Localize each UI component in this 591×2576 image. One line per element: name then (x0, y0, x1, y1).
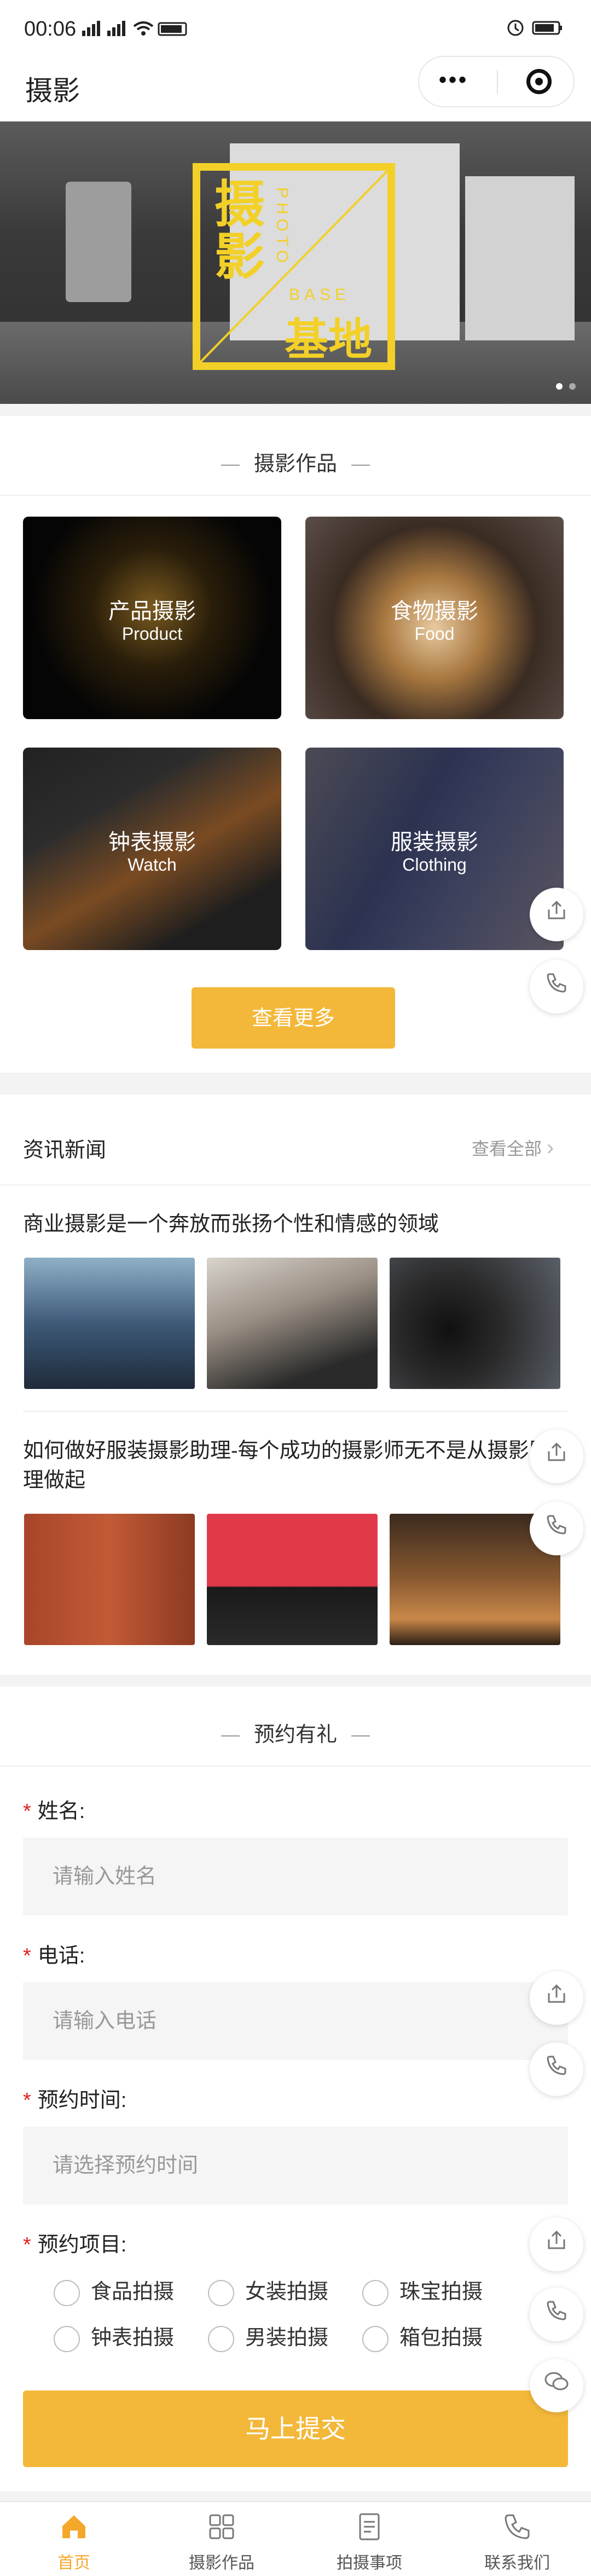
news-view-all-link[interactable]: 查看全部 › (472, 1135, 554, 1160)
news-thumb-image[interactable] (24, 1258, 195, 1389)
radio-circle[interactable] (54, 2279, 80, 2306)
option-menswear[interactable]: 男装拍摄 (208, 2320, 328, 2352)
share-icon[interactable] (530, 888, 583, 941)
divider (23, 1411, 568, 1412)
share-icon[interactable] (530, 1971, 583, 2025)
news-heading: 资讯新闻 (23, 1139, 107, 1162)
option-watch[interactable]: 钟表拍摄 (54, 2320, 174, 2352)
booking-time-picker[interactable]: 请选择预约时间 (23, 2127, 568, 2204)
hero-banner[interactable]: 摄影 PHOTO BASE 基地 (0, 121, 591, 404)
divider (0, 495, 591, 496)
banner-title-bottom: 基地 (285, 315, 372, 364)
tab-label: 联系我们 (484, 2554, 550, 2572)
required-mark: * (23, 2233, 31, 2256)
option-food[interactable]: 食品拍摄 (54, 2274, 174, 2306)
status-time: 00:06 (24, 18, 77, 40)
work-tile-title: 产品摄影 (108, 599, 196, 623)
news-thumb-image[interactable] (207, 1514, 378, 1645)
page-title: 摄影 (25, 76, 80, 106)
grid-icon (209, 2514, 234, 2539)
phone-icon[interactable] (530, 960, 583, 1014)
tab-label: 首页 (57, 2554, 90, 2572)
phone-icon[interactable] (530, 2042, 583, 2096)
work-tile-title: 食物摄影 (391, 599, 478, 623)
work-tile-title: 服装摄影 (391, 830, 478, 854)
tab-contact[interactable]: 联系我们 (443, 2502, 591, 2576)
miniprogram-capsule: ••• (418, 56, 575, 107)
studio-softbox-right (465, 176, 575, 340)
signal-icons (82, 19, 197, 42)
name-label: * 姓名: (23, 1800, 85, 1823)
radio-circle[interactable] (362, 2279, 389, 2306)
news-item-title[interactable]: 如何做好服装摄影助理-每个成功的摄影师无不是从摄影助理做起 (23, 1436, 559, 1495)
work-tile-watch[interactable]: 钟表摄影 Watch (23, 748, 281, 950)
divider (0, 1184, 591, 1185)
home-icon (62, 2515, 85, 2538)
tab-shooting-notes[interactable]: 拍摄事项 (296, 2502, 443, 2576)
booking-heading: 预约有礼 (0, 1717, 591, 1747)
radio-circle[interactable] (362, 2325, 389, 2352)
phone-label: * 电话: (23, 1944, 85, 1967)
close-target-icon[interactable] (526, 69, 552, 94)
works-section (0, 416, 591, 1073)
share-icon[interactable] (530, 2218, 583, 2271)
work-tile-subtitle: Watch (128, 855, 177, 875)
work-tile-product[interactable]: 产品摄影 Product (23, 517, 281, 719)
work-tile-subtitle: Clothing (402, 855, 467, 875)
banner-vertical-word: PHOTO (273, 187, 291, 268)
more-menu-icon[interactable]: ••• (439, 68, 468, 92)
work-tile-clothing[interactable]: 服装摄影 Clothing (305, 748, 564, 950)
option-bags[interactable]: 箱包拍摄 (362, 2320, 483, 2352)
radio-circle[interactable] (208, 2325, 234, 2352)
work-tile-title: 钟表摄影 (108, 830, 196, 854)
bottom-tab-bar: 首页 摄影作品 拍摄事项 联系我们 (0, 2501, 591, 2576)
capsule-divider (497, 70, 498, 94)
view-more-button[interactable]: 查看更多 (192, 987, 395, 1049)
required-mark: * (23, 1944, 31, 1967)
booking-time-label: * 预约时间: (23, 2089, 127, 2112)
wechat-chat-icon[interactable] (530, 2359, 583, 2412)
option-jewelry[interactable]: 珠宝拍摄 (362, 2274, 483, 2306)
work-tile-food[interactable]: 食物摄影 Food (305, 517, 564, 719)
phone-icon[interactable] (530, 2288, 583, 2341)
booking-items-label: * 预约项目: (23, 2233, 127, 2256)
work-tile-subtitle: Product (121, 624, 183, 644)
tab-home[interactable]: 首页 (0, 2502, 148, 2576)
banner-title-top: 摄影 (215, 177, 265, 285)
required-mark: * (23, 2089, 31, 2112)
work-tile-subtitle: Food (414, 624, 455, 644)
carousel-dot-active[interactable] (556, 383, 563, 390)
chevron-right-icon: › (546, 1136, 554, 1160)
tab-label: 摄影作品 (189, 2554, 254, 2572)
carousel-dot[interactable] (569, 383, 576, 390)
divider (0, 1765, 591, 1767)
phone-icon (505, 2514, 530, 2539)
news-item-title[interactable]: 商业摄影是一个奔放而张扬个性和情感的领域 (23, 1209, 559, 1239)
banner-horizontal-word: BASE (289, 286, 351, 304)
status-right-icons (507, 18, 567, 42)
option-womenswear[interactable]: 女装拍摄 (208, 2274, 328, 2306)
name-input[interactable]: 请输入姓名 (23, 1838, 568, 1915)
phone-icon[interactable] (530, 1502, 583, 1555)
tab-works[interactable]: 摄影作品 (148, 2502, 296, 2576)
required-mark: * (23, 1800, 31, 1823)
radio-circle[interactable] (208, 2279, 234, 2306)
news-thumb-image[interactable] (390, 1258, 560, 1389)
share-icon[interactable] (530, 1429, 583, 1483)
news-thumb-image[interactable] (207, 1258, 378, 1389)
document-icon (359, 2513, 380, 2540)
tab-label: 拍摄事项 (337, 2554, 402, 2572)
view-all-label: 查看全部 (472, 1139, 542, 1159)
radio-circle[interactable] (54, 2325, 80, 2352)
news-thumb-image[interactable] (24, 1514, 195, 1645)
works-heading: 摄影作品 (0, 447, 591, 477)
studio-light-left (66, 182, 131, 302)
phone-input[interactable]: 请输入电话 (23, 1982, 568, 2060)
submit-button[interactable]: 马上提交 (23, 2390, 568, 2467)
